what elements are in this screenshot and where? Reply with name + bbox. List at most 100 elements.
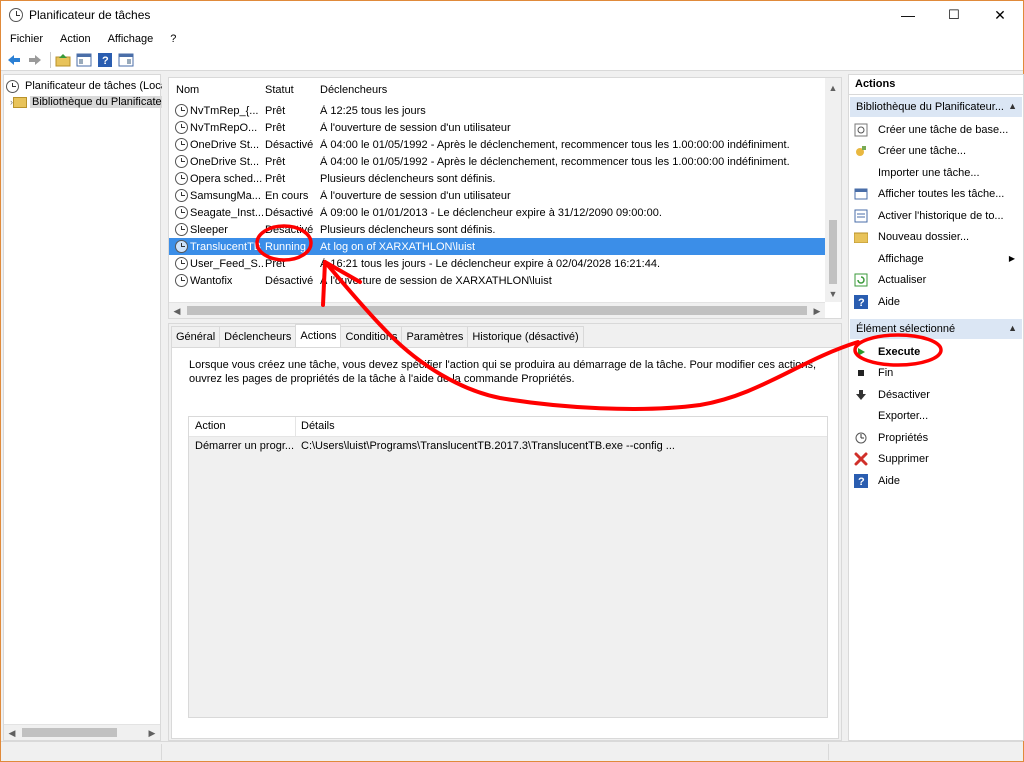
- action-aide[interactable]: ? Aide: [853, 470, 1021, 491]
- task-status: Désactivé: [265, 274, 314, 287]
- action-afficher-toutes-les-t-che[interactable]: Afficher toutes les tâche...: [853, 184, 1021, 205]
- task-list-vertical-scrollbar[interactable]: ▲ ▼: [825, 78, 841, 302]
- tree-horizontal-scrollbar[interactable]: ◀ ▶: [4, 724, 160, 740]
- action-affichage[interactable]: Affichage ▶: [853, 248, 1021, 269]
- action-d-sactiver[interactable]: Désactiver: [853, 384, 1021, 405]
- column-header-status[interactable]: Statut: [265, 78, 294, 102]
- tree-root[interactable]: Planificateur de tâches (Local): [6, 78, 162, 94]
- action-label: Propriétés: [878, 431, 929, 444]
- action-actualiser[interactable]: Actualiser: [853, 270, 1021, 291]
- task-name-cell: TranslucentTB: [175, 240, 263, 253]
- actions-pane-title: Actions: [849, 78, 1023, 95]
- tab-settings[interactable]: Paramètres: [401, 326, 469, 347]
- menu-affichage[interactable]: Affichage: [99, 33, 162, 45]
- disable-icon: [853, 387, 869, 403]
- task-trigger: At log on of XARXATHLON\luist: [320, 240, 476, 253]
- task-trigger: À l'ouverture de session d'un utilisateu…: [320, 121, 511, 134]
- task-status: En cours: [265, 189, 309, 202]
- table-row[interactable]: Wantofix Désactivé À l'ouverture de sessio…: [169, 272, 825, 289]
- task-trigger: À l'ouverture de session d'un utilisateu…: [320, 189, 511, 202]
- task-status: Désactivé: [265, 138, 314, 151]
- table-row[interactable]: OneDrive St... Désactivé À 04:00 le 01/05/…: [169, 136, 825, 153]
- action-execute[interactable]: Execute: [853, 341, 1021, 362]
- scroll-thumb[interactable]: [22, 728, 117, 737]
- tab-triggers[interactable]: Déclencheurs: [219, 326, 297, 347]
- task-trigger: À l'ouverture de session de XARXATHLON\l…: [320, 274, 552, 287]
- action-propri-t-s[interactable]: Propriétés: [853, 427, 1021, 448]
- column-header-name[interactable]: Nom: [176, 78, 199, 102]
- scroll-down-icon[interactable]: ▼: [825, 286, 841, 302]
- task-status: Prêt: [265, 172, 286, 185]
- table-row[interactable]: NvTmRepO... Prêt À l'ouverture de session …: [169, 119, 825, 136]
- help-icon[interactable]: ?: [96, 51, 114, 69]
- table-row[interactable]: TranslucentTB Running At log on of XARXATH…: [169, 238, 825, 255]
- column-header-details[interactable]: Détails: [301, 420, 335, 432]
- action-supprimer[interactable]: Supprimer: [853, 449, 1021, 470]
- action-importer-une-t-che[interactable]: Importer une tâche...: [853, 162, 1021, 183]
- action-label: Supprimer: [878, 453, 929, 465]
- column-header-triggers[interactable]: Déclencheurs: [320, 78, 387, 102]
- action-cr-er-une-t-che[interactable]: Créer une tâche...: [853, 141, 1021, 162]
- table-row[interactable]: User_Feed_S... Prêt À 16:21 tous les jours…: [169, 255, 825, 272]
- task-list-horizontal-scrollbar[interactable]: ◀ ▶: [169, 302, 825, 318]
- help-icon: ?: [853, 473, 869, 489]
- task-status: Désactivé: [265, 223, 314, 236]
- action-aide[interactable]: ? Aide: [853, 291, 1021, 312]
- table-row[interactable]: Sleeper Désactivé Plusieurs déclencheurs s…: [169, 221, 825, 238]
- action-activer-l-historique-de-to[interactable]: Activer l'historique de to...: [853, 205, 1021, 226]
- scroll-thumb[interactable]: [829, 220, 837, 284]
- scroll-right-icon[interactable]: ▶: [809, 303, 825, 318]
- task-clock-icon: [175, 257, 188, 270]
- tab-general[interactable]: Général: [171, 326, 221, 347]
- back-icon[interactable]: [5, 51, 23, 69]
- task-name: TranslucentTB: [190, 240, 262, 253]
- scroll-left-icon[interactable]: ◀: [4, 725, 20, 741]
- section-selected-item[interactable]: Élément sélectionné ▲: [850, 319, 1022, 339]
- clock-icon: [6, 79, 19, 93]
- section-library[interactable]: Bibliothèque du Planificateur... ▲: [850, 97, 1022, 117]
- collapse-icon[interactable]: ▲: [1008, 101, 1017, 111]
- table-row[interactable]: Démarrer un progr... C:\Users\luist\Prog…: [189, 437, 827, 457]
- column-header-action[interactable]: Action: [195, 420, 226, 432]
- tab-actions[interactable]: Actions: [295, 324, 342, 347]
- menu-help[interactable]: ?: [161, 33, 184, 45]
- scroll-left-icon[interactable]: ◀: [169, 303, 185, 318]
- table-row[interactable]: OneDrive St... Prêt À 04:00 le 01/05/1992 …: [169, 153, 825, 170]
- close-button[interactable]: ✕: [977, 1, 1023, 29]
- display-tasks-icon: [853, 186, 869, 202]
- menu-action[interactable]: Action: [51, 33, 99, 45]
- show-hide-action-pane-icon[interactable]: [117, 51, 135, 69]
- task-list: Nom Statut Déclencheurs NvTmRep_{... Prêt…: [168, 77, 842, 319]
- up-folder-icon[interactable]: [54, 51, 72, 69]
- details-tabs: Général Déclencheurs Actions Conditions …: [171, 324, 584, 347]
- scroll-up-icon[interactable]: ▲: [825, 80, 841, 96]
- task-name: NvTmRep_{...: [190, 104, 259, 117]
- scroll-right-icon[interactable]: ▶: [144, 725, 160, 741]
- task-clock-icon: [175, 240, 188, 253]
- tab-history[interactable]: Historique (désactivé): [467, 326, 584, 347]
- action-exporter[interactable]: Exporter...: [853, 406, 1021, 427]
- tab-conditions[interactable]: Conditions: [340, 326, 403, 347]
- action-cr-er-une-t-che-de-base[interactable]: Créer une tâche de base...: [853, 119, 1021, 140]
- actions-table-header: Action Détails: [189, 417, 827, 437]
- collapse-icon[interactable]: ▲: [1008, 323, 1017, 333]
- table-row[interactable]: NvTmRep_{... Prêt À 12:25 tous les jours: [169, 102, 825, 119]
- status-separator: [161, 744, 162, 760]
- show-hide-tree-icon[interactable]: [75, 51, 93, 69]
- task-name: Wantofix: [190, 274, 233, 287]
- action-fin[interactable]: Fin: [853, 363, 1021, 384]
- scroll-thumb[interactable]: [187, 306, 807, 315]
- action-label: Nouveau dossier...: [878, 231, 970, 243]
- forward-icon[interactable]: [26, 51, 44, 69]
- table-row[interactable]: SamsungMa... En cours À l'ouverture de ses…: [169, 187, 825, 204]
- menu-fichier[interactable]: Fichier: [1, 33, 51, 45]
- table-row[interactable]: Seagate_Inst... Désactivé À 09:00 le 01/01…: [169, 204, 825, 221]
- minimize-button[interactable]: —: [885, 1, 931, 29]
- task-name: Opera sched...: [190, 172, 263, 185]
- table-row[interactable]: Opera sched... Prêt Plusieurs déclencheurs…: [169, 170, 825, 187]
- task-scheduler-window: Planificateur de tâches — ☐ ✕ Fichier Ac…: [0, 0, 1024, 762]
- folder-icon: [853, 229, 869, 245]
- tree-item-library[interactable]: › Bibliothèque du Planificateur de tâche…: [10, 94, 162, 110]
- maximize-button[interactable]: ☐: [931, 1, 977, 29]
- action-nouveau-dossier[interactable]: Nouveau dossier...: [853, 227, 1021, 248]
